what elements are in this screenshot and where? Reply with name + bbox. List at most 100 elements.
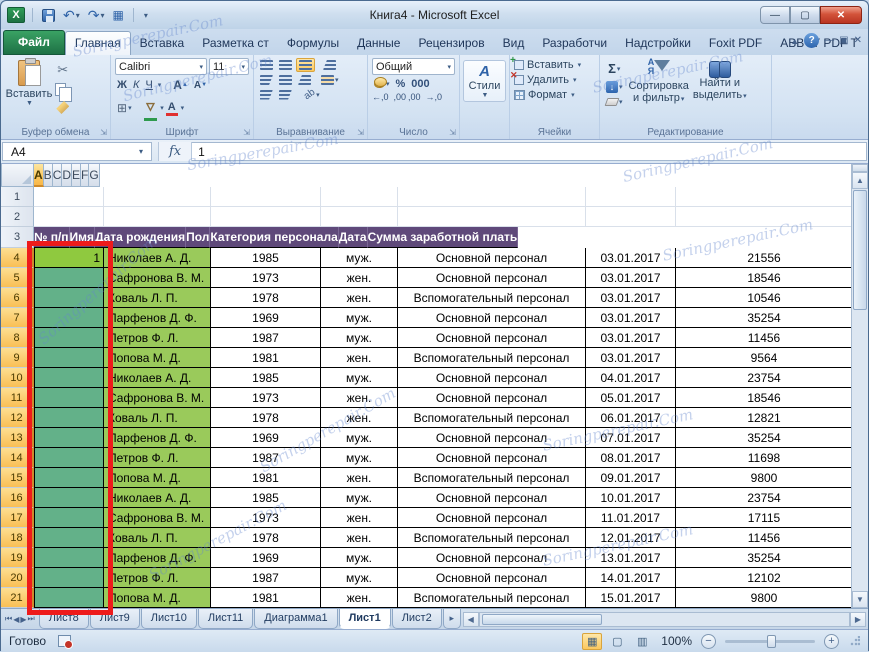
- cell-date[interactable]: 08.01.2017: [586, 448, 676, 468]
- table-header-cell[interactable]: Сумма заработной плать: [368, 227, 519, 248]
- hscroll-left-icon[interactable]: ◀: [463, 612, 479, 627]
- cell-date[interactable]: 14.01.2017: [586, 568, 676, 588]
- doc-close-icon[interactable]: ✕: [854, 35, 862, 46]
- select-all-corner[interactable]: [1, 164, 34, 187]
- sort-filter-button[interactable]: АЯ Сортировка и фильтр▾: [629, 58, 689, 123]
- cell-gender[interactable]: жен.: [321, 288, 398, 308]
- column-header[interactable]: A: [34, 164, 44, 187]
- decrease-decimal-icon[interactable]: ,00 →,0: [408, 93, 442, 102]
- cell-category[interactable]: Вспомогательный персонал: [398, 348, 586, 368]
- bold-button[interactable]: Ж: [115, 78, 129, 92]
- cell-number[interactable]: [34, 368, 104, 388]
- doc-minimize-icon[interactable]: —: [824, 35, 834, 46]
- dialog-launcher-icon[interactable]: ⇲: [449, 128, 456, 137]
- sheet-tab[interactable]: Лист9: [90, 609, 140, 629]
- sheet-tab[interactable]: Лист11: [198, 609, 253, 629]
- zoom-slider-thumb[interactable]: [767, 635, 776, 648]
- cell-name[interactable]: Парфенов Д. Ф.: [104, 428, 211, 448]
- cell-gender[interactable]: муж.: [321, 488, 398, 508]
- empty-cell[interactable]: [586, 207, 676, 227]
- window-restore-button[interactable]: ▢: [790, 6, 820, 24]
- cell-gender[interactable]: жен.: [321, 588, 398, 608]
- formula-input[interactable]: 1: [192, 142, 867, 161]
- empty-cell[interactable]: [586, 187, 676, 207]
- row-header[interactable]: 21: [1, 588, 34, 608]
- ribbon-tab[interactable]: Вставка: [131, 32, 194, 55]
- cell-birth-year[interactable]: 1987: [211, 568, 321, 588]
- ribbon-tab[interactable]: Разработчи: [533, 32, 616, 55]
- cell-number[interactable]: [34, 348, 104, 368]
- cell-birth-year[interactable]: 1973: [211, 508, 321, 528]
- cell-category[interactable]: Вспомогательный персонал: [398, 468, 586, 488]
- sheet-tab[interactable]: Лист1: [339, 609, 391, 629]
- cell-category[interactable]: Вспомогательный персонал: [398, 588, 586, 608]
- cell-salary[interactable]: 11456: [676, 328, 853, 348]
- cell-number[interactable]: [34, 388, 104, 408]
- autosum-button[interactable]: Σ▾: [604, 60, 625, 77]
- cell-gender[interactable]: жен.: [321, 388, 398, 408]
- scroll-track[interactable]: [852, 311, 868, 591]
- cell-gender[interactable]: жен.: [321, 528, 398, 548]
- doc-restore-icon[interactable]: ▣: [839, 35, 848, 46]
- cell-category[interactable]: Вспомогательный персонал: [398, 408, 586, 428]
- insert-sheet-tab[interactable]: ▸: [443, 609, 461, 629]
- cell-name[interactable]: Николаев А. Д.: [104, 488, 211, 508]
- cell-category[interactable]: Вспомогательный персонал: [398, 288, 586, 308]
- row-header[interactable]: 2: [1, 207, 34, 227]
- ribbon-tab[interactable]: Формулы: [278, 32, 348, 55]
- align-right-button[interactable]: [296, 74, 313, 86]
- cell-name[interactable]: Коваль Л. П.: [104, 288, 211, 308]
- cell-birth-year[interactable]: 1981: [211, 468, 321, 488]
- cell-date[interactable]: 03.01.2017: [586, 268, 676, 288]
- increase-decimal-icon[interactable]: ←,0 ,00: [372, 93, 406, 102]
- row-header[interactable]: 16: [1, 488, 34, 508]
- cell-birth-year[interactable]: 1973: [211, 268, 321, 288]
- help-icon[interactable]: ?: [804, 33, 819, 48]
- cell-gender[interactable]: муж.: [321, 368, 398, 388]
- cell-birth-year[interactable]: 1978: [211, 528, 321, 548]
- vertical-scroll-thumb[interactable]: [853, 190, 867, 310]
- grow-font-button[interactable]: А▲: [171, 77, 190, 93]
- empty-cell[interactable]: [321, 187, 398, 207]
- cell-birth-year[interactable]: 1981: [211, 588, 321, 608]
- fill-button[interactable]: ↓▾: [604, 80, 625, 94]
- split-handle[interactable]: [852, 164, 868, 172]
- cell-birth-year[interactable]: 1985: [211, 248, 321, 268]
- table-header-cell[interactable]: Пол: [186, 227, 210, 248]
- cell-category[interactable]: Основной персонал: [398, 568, 586, 588]
- cell-gender[interactable]: жен.: [321, 408, 398, 428]
- merge-center-button[interactable]: ▾: [319, 74, 341, 86]
- collapse-ribbon-icon[interactable]: ▲: [790, 36, 799, 46]
- cell-category[interactable]: Основной персонал: [398, 548, 586, 568]
- cell-salary[interactable]: 11698: [676, 448, 853, 468]
- page-break-view-icon[interactable]: ▥: [632, 633, 652, 650]
- ribbon-tab[interactable]: Файл: [3, 30, 65, 55]
- comma-style-button[interactable]: 000: [409, 77, 431, 91]
- cell-salary[interactable]: 18546: [676, 388, 853, 408]
- insert-cells-button[interactable]: Вставить▾: [514, 59, 595, 71]
- styles-button[interactable]: A Стили ▼: [463, 60, 507, 102]
- empty-cell[interactable]: [321, 207, 398, 227]
- cell-number[interactable]: [34, 588, 104, 608]
- first-sheet-icon[interactable]: ⏮: [5, 614, 12, 624]
- cell-date[interactable]: 05.01.2017: [586, 388, 676, 408]
- dialog-launcher-icon[interactable]: ⇲: [100, 128, 107, 137]
- empty-cell[interactable]: [104, 207, 211, 227]
- row-header[interactable]: 3: [1, 227, 34, 248]
- window-close-button[interactable]: ✕: [820, 6, 862, 24]
- cell-category[interactable]: Основной персонал: [398, 248, 586, 268]
- cell-birth-year[interactable]: 1969: [211, 428, 321, 448]
- cell-number[interactable]: [34, 448, 104, 468]
- row-header[interactable]: 20: [1, 568, 34, 588]
- row-header[interactable]: 1: [1, 187, 34, 207]
- cell-date[interactable]: 07.01.2017: [586, 428, 676, 448]
- next-sheet-icon[interactable]: ▶: [20, 615, 26, 624]
- cell-number[interactable]: [34, 488, 104, 508]
- decrease-indent-button[interactable]: [258, 89, 275, 101]
- cell-birth-year[interactable]: 1981: [211, 348, 321, 368]
- align-center-button[interactable]: [277, 74, 294, 86]
- cell-number[interactable]: [34, 568, 104, 588]
- cell-date[interactable]: 04.01.2017: [586, 368, 676, 388]
- copy-button[interactable]: ▾: [53, 82, 73, 97]
- normal-view-icon[interactable]: ▦: [582, 633, 602, 650]
